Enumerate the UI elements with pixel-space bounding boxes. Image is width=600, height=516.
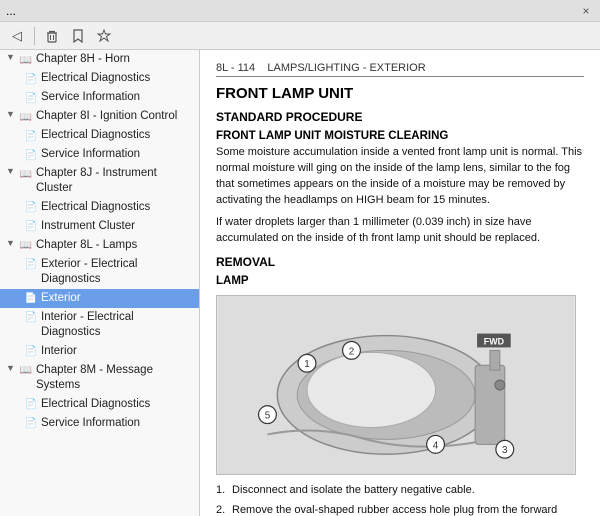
page-ch8m-elec-icon: 📄	[24, 398, 38, 412]
content-para-2: If water droplets larger than 1 millimet…	[216, 215, 584, 247]
lamp-diagram-svg: 1 2 3 4 5 FWD	[217, 296, 575, 474]
step-2: 2. Remove the oval-shaped rubber access …	[216, 503, 584, 516]
content-para-1: Some moisture accumulation inside a vent…	[216, 145, 584, 209]
expand-ch8l-icon: ▼	[6, 238, 18, 250]
page-ch8j-ic-icon: 📄	[24, 220, 38, 234]
sidebar-item-ch8l-int[interactable]: 📄 Interior	[0, 342, 199, 361]
delete-button[interactable]	[41, 25, 63, 47]
sidebar-item-ch8i-elec[interactable]: 📄 Electrical Diagnostics	[0, 126, 199, 145]
page-ch8h-elec-icon: 📄	[24, 72, 38, 86]
expand-ch8i-icon: ▼	[6, 109, 18, 121]
ch8i-label: Chapter 8I - Ignition Control	[36, 109, 177, 124]
svg-text:3: 3	[502, 445, 508, 456]
sidebar-item-ch8l-ext-elec[interactable]: 📄 Exterior - Electrical Diagnostics	[0, 255, 199, 289]
expand-ch8h-icon: ▼	[6, 52, 18, 64]
title-text: ...	[6, 4, 16, 18]
content-sub-heading-2: LAMP	[216, 275, 584, 287]
page-ch8l-int-icon: 📄	[24, 345, 38, 359]
sidebar-item-ch8m-svc[interactable]: 📄 Service Information	[0, 414, 199, 433]
ch8m-label: Chapter 8M - Message Systems	[36, 363, 195, 393]
expand-ch8j-icon: ▼	[6, 166, 18, 178]
book-ch8m-icon: 📖	[19, 364, 33, 378]
sidebar-item-ch8j-ic[interactable]: 📄 Instrument Cluster	[0, 217, 199, 236]
sidebar-item-ch8i[interactable]: ▼ 📖 Chapter 8I - Ignition Control	[0, 107, 199, 126]
sidebar-item-ch8l-int-elec[interactable]: 📄 Interior - Electrical Diagnostics	[0, 308, 199, 342]
page-ch8l-ext-icon: 📄	[24, 292, 38, 306]
steps-list: 1. Disconnect and isolate the battery ne…	[216, 483, 584, 516]
star-icon	[97, 29, 111, 43]
content-ref: 8L - 114 LAMPS/LIGHTING - EXTERIOR	[216, 62, 426, 74]
sidebar: ▼ 📖 Chapter 8H - Horn 📄 Electrical Diagn…	[0, 50, 200, 516]
book-ch8i-icon: 📖	[19, 110, 33, 124]
page-ch8i-elec-icon: 📄	[24, 129, 38, 143]
sidebar-item-ch8m-elec[interactable]: 📄 Electrical Diagnostics	[0, 395, 199, 414]
toolbar-separator-1	[34, 27, 35, 45]
title-bar: ... ×	[0, 0, 600, 22]
sidebar-item-ch8j[interactable]: ▼ 📖 Chapter 8J - Instrument Cluster	[0, 164, 199, 198]
svg-text:FWD: FWD	[484, 336, 505, 346]
bookmark-icon	[72, 29, 84, 43]
sidebar-item-ch8i-svc[interactable]: 📄 Service Information	[0, 145, 199, 164]
page-ch8h-svc-icon: 📄	[24, 91, 38, 105]
close-button[interactable]: ×	[578, 3, 594, 19]
ch8h-label: Chapter 8H - Horn	[36, 52, 130, 67]
bookmark-button[interactable]	[67, 25, 89, 47]
lamp-diagram-image: 1 2 3 4 5 FWD	[216, 295, 576, 475]
svg-text:2: 2	[349, 346, 355, 357]
svg-text:5: 5	[265, 410, 271, 421]
sidebar-item-ch8h-svc[interactable]: 📄 Service Information	[0, 88, 199, 107]
svg-text:1: 1	[304, 359, 310, 370]
ch8l-label: Chapter 8L - Lamps	[36, 238, 137, 253]
page-ch8m-svc-icon: 📄	[24, 417, 38, 431]
main-area: ▼ 📖 Chapter 8H - Horn 📄 Electrical Diagn…	[0, 50, 600, 516]
page-ch8l-ext-elec-icon: 📄	[24, 258, 38, 272]
sidebar-item-ch8m[interactable]: ▼ 📖 Chapter 8M - Message Systems	[0, 361, 199, 395]
content-section-heading-1: STANDARD PROCEDURE	[216, 110, 584, 124]
step-1: 1. Disconnect and isolate the battery ne…	[216, 483, 584, 499]
book-ch8j-icon: 📖	[19, 167, 33, 181]
sidebar-item-ch8h-elec[interactable]: 📄 Electrical Diagnostics	[0, 69, 199, 88]
content-sub-heading-1: FRONT LAMP UNIT MOISTURE CLEARING	[216, 130, 584, 142]
page-ch8i-svc-icon: 📄	[24, 148, 38, 162]
book-ch8l-icon: 📖	[19, 239, 33, 253]
content-area: 8L - 114 LAMPS/LIGHTING - EXTERIOR FRONT…	[200, 50, 600, 516]
book-ch8h-icon: 📖	[19, 53, 33, 67]
content-main-title: FRONT LAMP UNIT	[216, 85, 584, 102]
page-ch8l-int-elec-icon: 📄	[24, 311, 38, 325]
trash-icon	[45, 29, 59, 43]
sidebar-item-ch8l[interactable]: ▼ 📖 Chapter 8L - Lamps	[0, 236, 199, 255]
sidebar-item-ch8h[interactable]: ▼ 📖 Chapter 8H - Horn	[0, 50, 199, 69]
toolbar: ◁	[0, 22, 600, 50]
content-header: 8L - 114 LAMPS/LIGHTING - EXTERIOR	[216, 62, 584, 77]
ch8j-label: Chapter 8J - Instrument Cluster	[36, 166, 195, 196]
svg-text:4: 4	[433, 440, 439, 451]
back-button[interactable]: ◁	[6, 25, 28, 47]
sidebar-item-ch8l-ext[interactable]: 📄 Exterior	[0, 289, 199, 308]
title-bar-left: ...	[6, 4, 16, 18]
sidebar-item-ch8j-elec[interactable]: 📄 Electrical Diagnostics	[0, 198, 199, 217]
content-section-heading-2: REMOVAL	[216, 255, 584, 269]
star-button[interactable]	[93, 25, 115, 47]
expand-ch8m-icon: ▼	[6, 363, 18, 375]
page-ch8j-elec-icon: 📄	[24, 201, 38, 215]
